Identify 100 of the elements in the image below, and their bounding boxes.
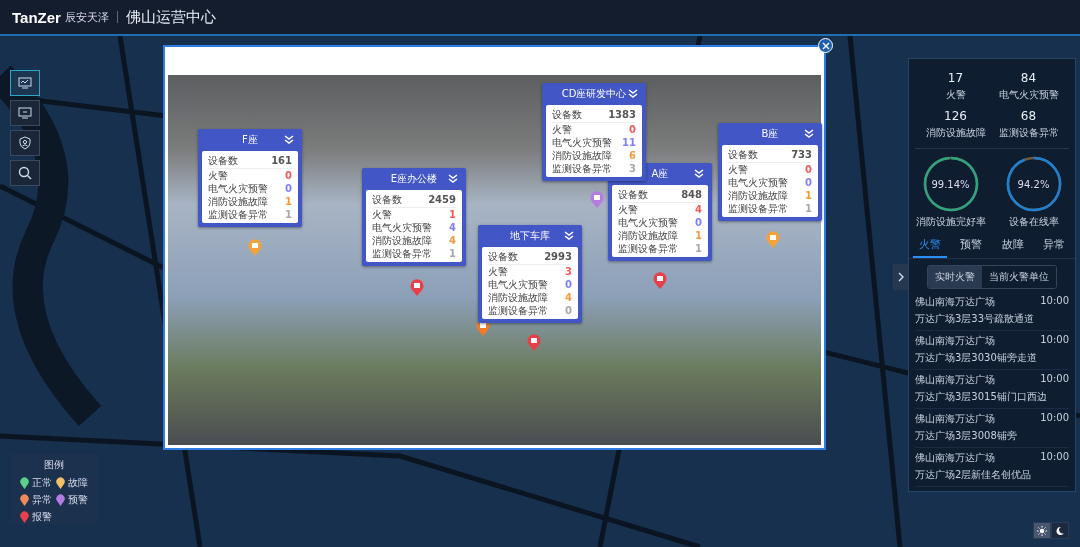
row-label: 电气火灾预警 <box>372 220 432 235</box>
row-value: 1 <box>449 248 456 259</box>
row-label: 设备数 <box>552 107 582 122</box>
alarm-place: 佛山南海万达广场 <box>915 295 995 309</box>
row-label: 消防设施故障 <box>728 188 788 203</box>
legend-title: 图例 <box>44 458 64 472</box>
row-label: 电气火灾预警 <box>552 135 612 150</box>
chevron-right-icon[interactable] <box>893 264 908 290</box>
alarm-location: 万达广场3层3008铺旁 <box>915 429 1018 443</box>
row-label: 消防设施故障 <box>552 148 612 163</box>
row-label: 消防设施故障 <box>618 228 678 243</box>
stat-value: 68 <box>1020 109 1037 123</box>
row-value: 848 <box>681 189 702 200</box>
moon-icon[interactable] <box>1051 522 1069 539</box>
map-pin-icon[interactable] <box>653 272 667 290</box>
row-value: 1 <box>285 209 292 220</box>
chevron-icon[interactable] <box>284 135 294 145</box>
row-label: 监测设备异常 <box>552 161 612 176</box>
row-value: 0 <box>805 164 812 175</box>
row-value: 1 <box>695 230 702 241</box>
alarm-place: 佛山南海万达广场 <box>915 334 995 348</box>
search-icon[interactable] <box>10 160 40 186</box>
row-label: 消防设施故障 <box>372 233 432 248</box>
row-label: 设备数 <box>728 147 758 162</box>
row-label: 监测设备异常 <box>728 201 788 216</box>
legend-label: 异常 <box>32 493 52 507</box>
row-label: 火警 <box>488 264 508 279</box>
row-value: 4 <box>449 235 456 246</box>
legend-label: 预警 <box>68 493 88 507</box>
stat-value: 17 <box>947 71 964 85</box>
row-label: 电气火灾预警 <box>728 175 788 190</box>
ring-label: 消防设施完好率 <box>915 215 986 229</box>
brand-logo: TanZer <box>12 8 61 26</box>
row-label: 火警 <box>728 162 748 177</box>
row-label: 电气火灾预警 <box>488 277 548 292</box>
stat-label: 火警 <box>945 88 966 102</box>
row-value: 0 <box>629 124 636 135</box>
tab[interactable]: 预警 <box>954 233 989 258</box>
page-title: 佛山运营中心 <box>125 7 216 27</box>
chevron-icon[interactable] <box>694 169 704 179</box>
row-value: 11 <box>622 137 636 148</box>
card-title: 地下车库 <box>510 229 550 243</box>
alarm-place: 佛山南海万达广场 <box>915 412 995 426</box>
legend-label: 故障 <box>68 476 88 490</box>
alarm-time: 10:00 <box>1040 451 1069 464</box>
row-value: 0 <box>285 183 292 194</box>
map-pin-icon[interactable] <box>527 334 541 352</box>
ring-label: 设备在线率 <box>1008 215 1059 229</box>
alarm-location: 万达广场3层3015铺门口西边 <box>915 390 1048 404</box>
row-label: 火警 <box>372 207 392 222</box>
row-value: 1 <box>449 209 456 220</box>
row-value: 1 <box>285 196 292 207</box>
chevron-icon[interactable] <box>564 231 574 241</box>
chart-icon[interactable] <box>10 70 40 96</box>
row-value: 0 <box>805 177 812 188</box>
stat-value: 84 <box>1020 71 1037 85</box>
row-value: 1 <box>805 203 812 214</box>
card-title: F座 <box>242 133 258 147</box>
segment-button[interactable]: 实时火警 <box>928 266 982 288</box>
map-pin-icon[interactable] <box>590 191 604 209</box>
map-pin-icon[interactable] <box>476 319 490 337</box>
row-label: 设备数 <box>488 249 518 264</box>
row-value: 161 <box>271 155 292 166</box>
row-value: 4 <box>565 292 572 303</box>
stat-label: 监测设备异常 <box>998 126 1059 140</box>
row-value: 1383 <box>608 109 636 120</box>
chevron-icon[interactable] <box>628 89 638 99</box>
row-value: 0 <box>565 279 572 290</box>
alarm-time: 10:00 <box>1040 334 1069 347</box>
alarm-location: 万达广场2层新佳名创优品 <box>915 468 1033 482</box>
row-label: 设备数 <box>618 187 648 202</box>
row-value: 1 <box>695 243 702 254</box>
row-value: 4 <box>695 204 702 215</box>
row-label: 消防设施故障 <box>208 194 268 209</box>
row-label: 设备数 <box>372 192 402 207</box>
chevron-icon[interactable] <box>448 174 458 184</box>
row-value: 0 <box>565 305 572 316</box>
stat-label: 消防设施故障 <box>925 126 986 140</box>
row-label: 火警 <box>208 168 228 183</box>
row-label: 火警 <box>552 122 572 137</box>
sun-icon[interactable] <box>1033 522 1051 539</box>
chevron-icon[interactable] <box>804 129 814 139</box>
brand-name: 辰安天泽 <box>64 9 109 25</box>
row-value: 6 <box>629 150 636 161</box>
alarm-place: 佛山南海万达广场 <box>915 373 995 387</box>
shield-icon[interactable] <box>10 130 40 156</box>
card-title: A座 <box>651 167 669 181</box>
tab[interactable]: 火警 <box>912 233 947 258</box>
close-icon[interactable] <box>818 38 833 53</box>
map-pin-icon[interactable] <box>410 279 424 297</box>
tab[interactable]: 异常 <box>1037 233 1072 258</box>
row-value: 1 <box>805 190 812 201</box>
row-label: 电气火灾预警 <box>618 215 678 230</box>
monitor-icon[interactable] <box>10 100 40 126</box>
row-label: 火警 <box>618 202 638 217</box>
tab[interactable]: 故障 <box>995 233 1030 258</box>
alarm-time: 10:00 <box>1040 295 1069 308</box>
row-value: 0 <box>695 217 702 228</box>
row-value: 2459 <box>428 194 456 205</box>
alarm-time: 10:00 <box>1040 412 1069 425</box>
